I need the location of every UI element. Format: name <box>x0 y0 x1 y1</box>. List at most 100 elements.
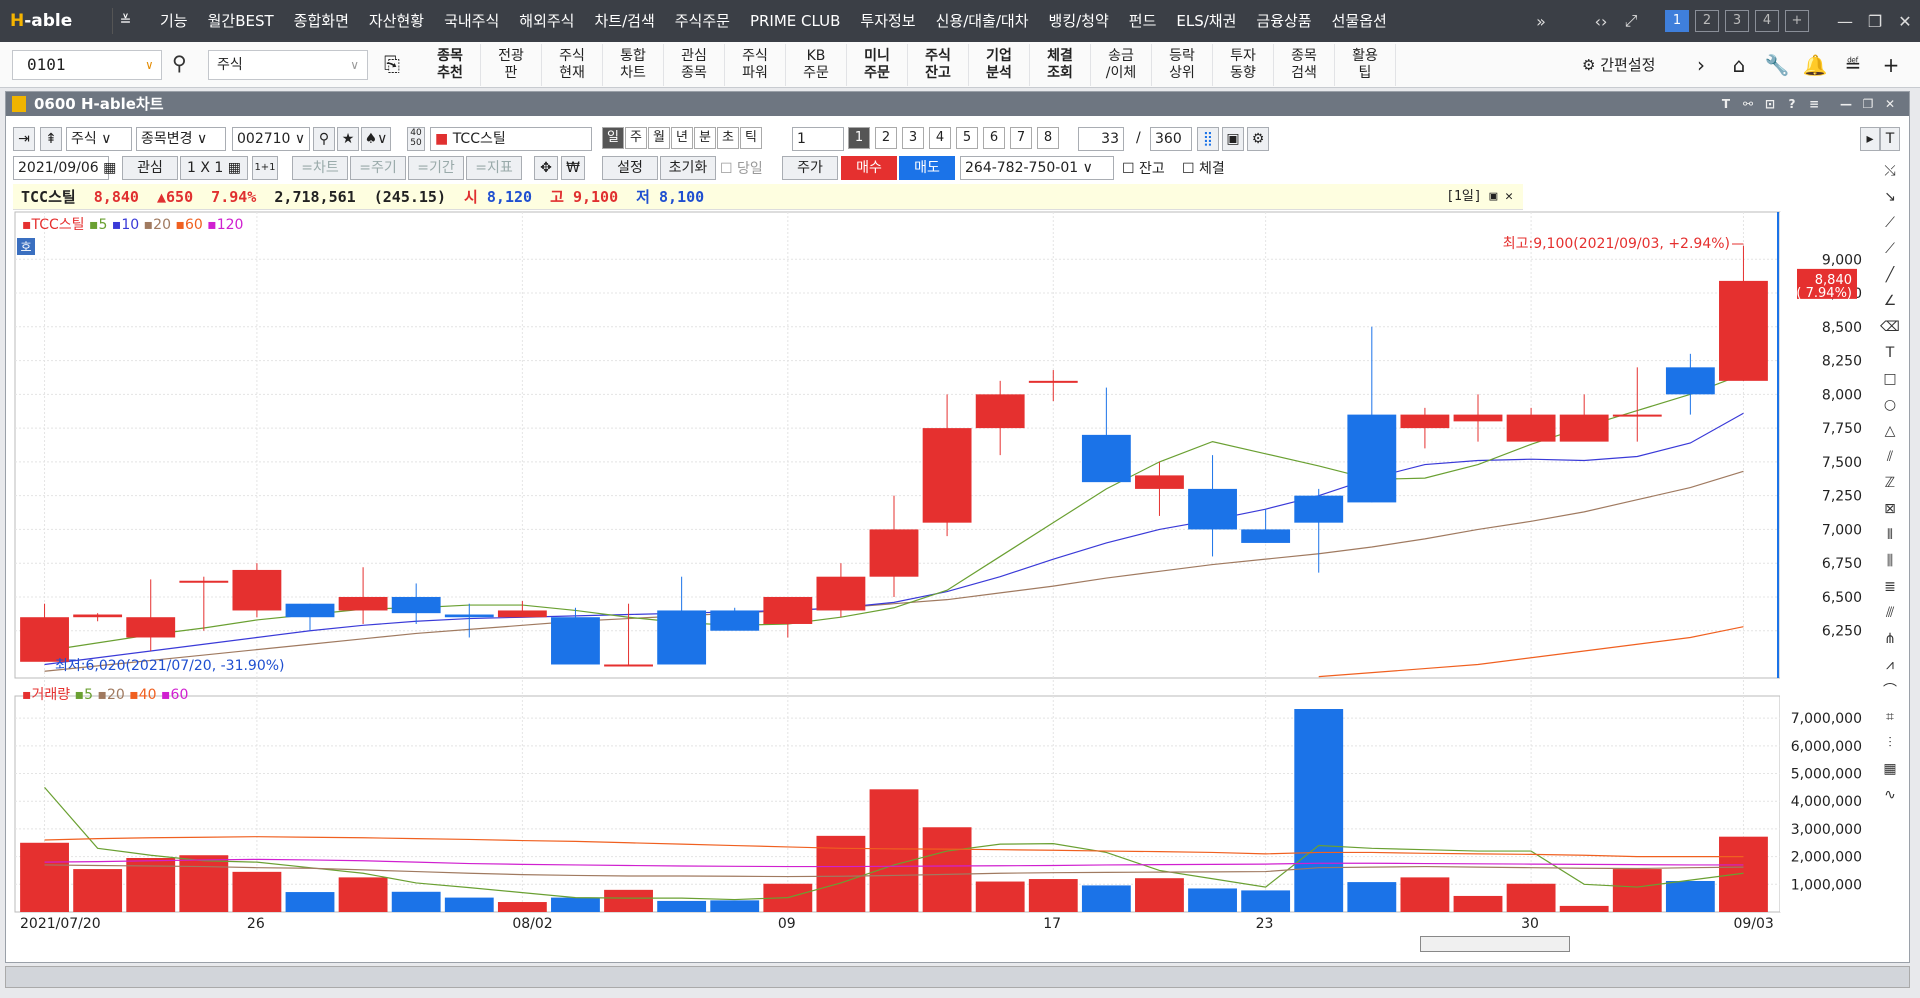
one-plus-one-button[interactable]: 1+1 <box>252 156 278 180</box>
balance-checkbox[interactable]: ☐ 잔고 <box>1122 158 1165 178</box>
quick-button-15[interactable]: 활용 팁 <box>1335 44 1396 86</box>
menu-icon[interactable]: ≡ <box>1803 92 1825 116</box>
period-button-3[interactable]: 년 <box>671 127 693 149</box>
code-icon[interactable]: ‹› <box>1586 12 1616 31</box>
pointer-tool-icon[interactable]: ⤯ <box>1884 160 1895 182</box>
trendline-tool-icon[interactable]: ⟋ <box>1885 212 1895 234</box>
angle-tool-icon[interactable]: ∠ <box>1884 290 1897 312</box>
quick-button-8[interactable]: 주식 잔고 <box>908 44 969 86</box>
chart-tab-1[interactable]: =주기 <box>350 156 406 180</box>
number-button-0[interactable]: 1 <box>848 127 870 149</box>
quick-button-14[interactable]: 종목 검색 <box>1274 44 1335 86</box>
search-icon[interactable]: ⚲ <box>172 51 187 75</box>
change-item-select[interactable]: 종목변경 ∨ <box>136 127 226 151</box>
save-icon[interactable]: ▣ <box>1222 127 1244 151</box>
save-icon[interactable]: ≝ <box>1834 50 1872 80</box>
menu-item-9[interactable]: 투자정보 <box>850 0 925 42</box>
quick-button-1[interactable]: 전광 판 <box>481 44 542 86</box>
close-icon[interactable]: ✕ <box>1890 12 1920 31</box>
period-button-1[interactable]: 주 <box>625 127 647 149</box>
grid-tool-icon[interactable]: ▦ <box>1883 758 1896 780</box>
updown-icon[interactable]: ♠∨ <box>361 127 391 151</box>
restore-icon[interactable]: ❐ <box>1857 92 1879 116</box>
box-tool-icon[interactable]: ⊠ <box>1884 498 1896 520</box>
chart-tab-0[interactable]: =차트 <box>292 156 348 180</box>
quick-settings-button[interactable]: ⚙ 간편설정 <box>1582 54 1655 75</box>
number-button-4[interactable]: 5 <box>956 127 978 149</box>
quick-button-7[interactable]: 미니 주문 <box>847 44 908 86</box>
stock-code-input[interactable]: 002710 ∨ <box>232 127 310 151</box>
text-icon[interactable]: T <box>1715 92 1737 116</box>
same-day-checkbox[interactable]: ☐ 당일 <box>720 158 763 178</box>
menu-item-5[interactable]: 해외주식 <box>509 0 584 42</box>
menu-item-8[interactable]: PRIME CLUB <box>740 0 850 42</box>
restore-icon[interactable]: ❐ <box>1860 12 1890 31</box>
speed-tool-icon[interactable]: ⩘ <box>1886 654 1894 676</box>
number-button-7[interactable]: 8 <box>1037 127 1059 149</box>
pitchfork-tool-icon[interactable]: ⋔ <box>1884 628 1896 650</box>
menu-item-12[interactable]: 펀드 <box>1119 0 1167 42</box>
chevron-right-icon[interactable]: › <box>1682 50 1720 80</box>
menu-item-10[interactable]: 신용/대출/대차 <box>926 0 1039 42</box>
triangle-tool-icon[interactable]: △ <box>1885 420 1896 442</box>
menu-item-11[interactable]: 뱅킹/청약 <box>1039 0 1119 42</box>
text-icon[interactable]: T <box>1880 127 1900 151</box>
add-screen-icon[interactable]: ⎘ <box>384 52 400 76</box>
help-icon[interactable]: ? <box>1781 92 1803 116</box>
won-icon[interactable]: ₩ <box>561 156 585 180</box>
quick-button-6[interactable]: KB 주문 <box>786 44 847 86</box>
zigzag-tool-icon[interactable]: ℤ <box>1885 472 1895 494</box>
select-tool-icon[interactable]: ↘ <box>1884 186 1896 208</box>
chevron-down-icon[interactable]: ∨ <box>350 51 359 79</box>
account-select[interactable]: 264-782-750-01 ∨ <box>960 156 1114 180</box>
wrench-icon[interactable]: 🔧 <box>1758 50 1796 80</box>
text-tool-icon[interactable]: T <box>1886 342 1895 364</box>
buy-button[interactable]: 매수 <box>841 156 897 180</box>
star-icon[interactable]: ★ <box>337 127 359 151</box>
ratio-button[interactable]: 40 50 <box>407 127 425 151</box>
period-button-0[interactable]: 일 <box>602 127 624 149</box>
cycle-tool-icon[interactable]: ⫼ <box>1887 550 1893 572</box>
quick-button-2[interactable]: 주식 현재 <box>542 44 603 86</box>
lock-icon[interactable]: ⊡ <box>1759 92 1781 116</box>
arc-tool-icon[interactable]: ⌒ <box>1883 680 1897 702</box>
quick-button-10[interactable]: 체결 조회 <box>1030 44 1091 86</box>
menu-item-13[interactable]: ELS/채권 <box>1166 0 1246 42</box>
reset-button[interactable]: 초기화 <box>660 156 716 180</box>
gann-tool-icon[interactable]: ⌗ <box>1886 706 1894 728</box>
bars-tool-icon[interactable]: ⦀ <box>1887 524 1893 546</box>
quick-button-12[interactable]: 등락 상위 <box>1152 44 1213 86</box>
close-icon[interactable]: ✕ <box>1879 92 1901 116</box>
minimize-icon[interactable]: — <box>1835 92 1857 116</box>
minimize-icon[interactable]: — <box>1830 12 1860 31</box>
menu-item-4[interactable]: 국내주식 <box>434 0 509 42</box>
menu-item-14[interactable]: 금융상품 <box>1246 0 1321 42</box>
quick-button-0[interactable]: 종목 추천 <box>420 44 481 86</box>
search-input[interactable]: 주식 ∨ <box>208 50 368 80</box>
page-tab-4[interactable]: + <box>1785 10 1809 32</box>
number-button-6[interactable]: 7 <box>1010 127 1032 149</box>
quick-button-13[interactable]: 투자 동향 <box>1213 44 1274 86</box>
quick-button-9[interactable]: 기업 분석 <box>969 44 1030 86</box>
chart-tab-3[interactable]: =지표 <box>466 156 522 180</box>
period-button-5[interactable]: 초 <box>717 127 739 149</box>
hoga-button[interactable]: 호 <box>17 238 35 255</box>
period-value-select[interactable]: 1 <box>792 127 844 151</box>
menu-item-1[interactable]: 월간BEST <box>198 0 284 42</box>
date-input[interactable]: 2021/09/06 ▦ <box>13 156 116 180</box>
page-tab-3[interactable]: 4 <box>1755 10 1779 32</box>
menu-item-0[interactable]: 기능 <box>150 0 198 42</box>
app-logo[interactable]: H-able <box>10 8 104 34</box>
line-tool-icon[interactable]: ╱ <box>1886 264 1894 286</box>
wave-tool-icon[interactable]: ∿ <box>1884 784 1896 806</box>
executed-checkbox[interactable]: ☐ 체결 <box>1182 158 1225 178</box>
search-icon[interactable]: ⚲ <box>313 127 335 151</box>
setting-button[interactable]: 설정 <box>602 156 658 180</box>
screen-code-input[interactable]: 0101 ∨ <box>12 50 162 80</box>
market-select[interactable]: 주식 ∨ <box>66 127 132 151</box>
stock-name-field[interactable]: ■ TCC스틸 <box>430 127 592 151</box>
fan2-tool-icon[interactable]: ⫶ <box>1888 732 1892 754</box>
count-input[interactable]: 33 <box>1078 127 1124 151</box>
page-tab-1[interactable]: 2 <box>1695 10 1719 32</box>
quick-button-4[interactable]: 관심 종목 <box>664 44 725 86</box>
